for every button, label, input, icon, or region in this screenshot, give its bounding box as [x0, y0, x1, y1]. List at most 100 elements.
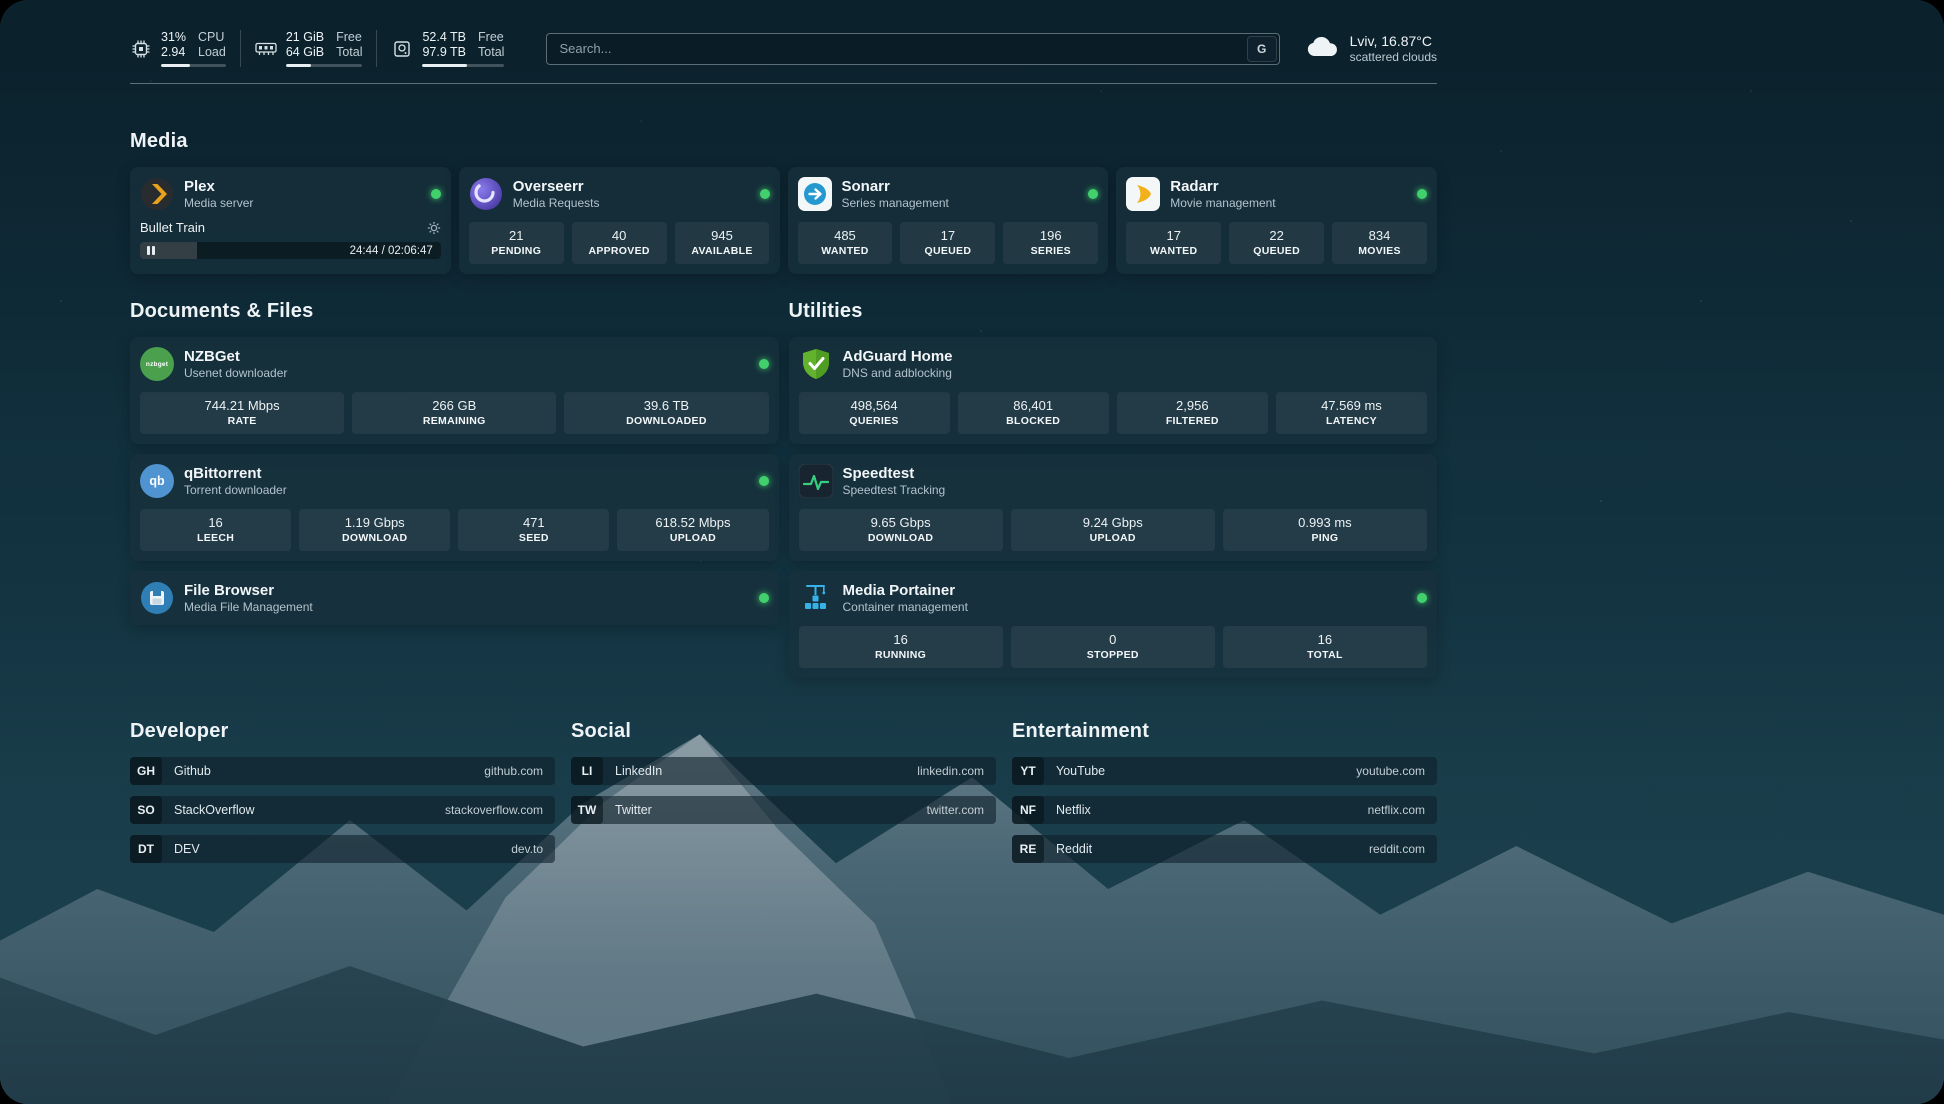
cpu-load-label: Load [198, 45, 226, 60]
stat-download: 9.65 Gbps DOWNLOAD [799, 509, 1003, 551]
cpu-load-value: 2.94 [161, 45, 186, 60]
search-input[interactable] [546, 33, 1279, 65]
disk-free-value: 52.4 TB [422, 30, 466, 45]
ram-widget: 21 GiB 64 GiB Free Total [240, 30, 377, 67]
settings-gear-icon[interactable] [427, 221, 441, 235]
nzbget-icon: nzbget [140, 347, 174, 381]
filebrowser-icon [140, 581, 174, 615]
portainer-stats: 16 RUNNING 0 STOPPED 16 TOTAL [799, 626, 1428, 668]
pause-icon[interactable] [147, 246, 155, 255]
status-dot-online [759, 593, 769, 603]
app-subtitle: Series management [842, 196, 949, 211]
overseerr-stats: 21 PENDING 40 APPROVED 945 AVAILABLE [469, 222, 770, 264]
twitter-abbr-icon: TW [571, 796, 603, 824]
documents-section-title: Documents & Files [130, 300, 779, 323]
developer-section-title: Developer [130, 720, 555, 743]
bookmark-linkedin[interactable]: LI LinkedIn linkedin.com [571, 757, 996, 785]
status-dot-online [1417, 593, 1427, 603]
netflix-abbr-icon: NF [1012, 796, 1044, 824]
stat-running: 16 RUNNING [799, 626, 1003, 668]
plex-card[interactable]: Plex Media server Bullet Train [130, 167, 451, 274]
sonarr-stats: 485 WANTED 17 QUEUED 196 SERIES [798, 222, 1099, 264]
bookmark-github[interactable]: GH Github github.com [130, 757, 555, 785]
utilities-section: Utilities AdGuard Home [789, 300, 1438, 678]
stat-stopped: 0 STOPPED [1011, 626, 1215, 668]
disk-usage-bar [422, 64, 504, 67]
app-name: Sonarr [842, 177, 949, 196]
app-subtitle: Torrent downloader [184, 483, 287, 498]
system-widgets: 31% 2.94 CPU Load [130, 30, 518, 67]
qbittorrent-card[interactable]: qb qBittorrent Torrent downloader 16 LEE… [130, 454, 779, 561]
adguard-card[interactable]: AdGuard Home DNS and adblocking 498,564 … [789, 337, 1438, 444]
bookmark-stackoverflow[interactable]: SO StackOverflow stackoverflow.com [130, 796, 555, 824]
documents-section: Documents & Files nzbget NZBGet Usenet d… [130, 300, 779, 678]
dev-abbr-icon: DT [130, 835, 162, 863]
stat-download: 1.19 Gbps DOWNLOAD [299, 509, 450, 551]
app-subtitle: Media server [184, 196, 253, 211]
bookmark-reddit[interactable]: RE Reddit reddit.com [1012, 835, 1437, 863]
weather-location: Lviv, 16.87°C [1350, 33, 1437, 50]
radarr-stats: 17 WANTED 22 QUEUED 834 MOVIES [1126, 222, 1427, 264]
search-engine-button[interactable]: G [1247, 36, 1277, 62]
stat-blocked: 86,401 BLOCKED [958, 392, 1109, 434]
weather-condition: scattered clouds [1350, 50, 1437, 65]
stat-upload: 618.52 Mbps UPLOAD [617, 509, 768, 551]
cpu-usage-fill [161, 64, 190, 67]
stat-upload: 9.24 Gbps UPLOAD [1011, 509, 1215, 551]
stat-remaining: 266 GB REMAINING [352, 392, 556, 434]
now-playing-title: Bullet Train [140, 220, 205, 235]
youtube-abbr-icon: YT [1012, 757, 1044, 785]
stat-latency: 47.569 ms LATENCY [1276, 392, 1427, 434]
reddit-abbr-icon: RE [1012, 835, 1044, 863]
portainer-card[interactable]: Media Portainer Container management 16 … [789, 571, 1438, 678]
sonarr-icon [798, 177, 832, 211]
adguard-stats: 498,564 QUERIES 86,401 BLOCKED 2,956 FIL… [799, 392, 1428, 434]
filebrowser-card[interactable]: File Browser Media File Management [130, 571, 779, 625]
app-subtitle: Container management [843, 600, 968, 615]
cpu-percent: 31% [161, 30, 186, 45]
speedtest-icon [799, 464, 833, 498]
topbar-divider [130, 83, 1437, 84]
top-bar: 31% 2.94 CPU Load [130, 30, 1437, 67]
qbittorrent-icon: qb [140, 464, 174, 498]
sonarr-card[interactable]: Sonarr Series management 485 WANTED 17 Q… [788, 167, 1109, 274]
stat-queued: 17 QUEUED [900, 222, 995, 264]
app-name: Speedtest [843, 464, 946, 483]
stat-downloaded: 39.6 TB DOWNLOADED [564, 392, 768, 434]
bookmark-twitter[interactable]: TW Twitter twitter.com [571, 796, 996, 824]
stackoverflow-abbr-icon: SO [130, 796, 162, 824]
playback-progress-bar[interactable]: 24:44 / 02:06:47 [140, 242, 441, 259]
bookmark-youtube[interactable]: YT YouTube youtube.com [1012, 757, 1437, 785]
stat-filtered: 2,956 FILTERED [1117, 392, 1268, 434]
cpu-usage-bar [161, 64, 226, 67]
bookmark-dev[interactable]: DT DEV dev.to [130, 835, 555, 863]
ram-usage-bar [286, 64, 363, 67]
cloud-icon [1306, 35, 1340, 63]
github-abbr-icon: GH [130, 757, 162, 785]
radarr-card[interactable]: Radarr Movie management 17 WANTED 22 QUE… [1116, 167, 1437, 274]
speedtest-card[interactable]: Speedtest Speedtest Tracking 9.65 Gbps D… [789, 454, 1438, 561]
disk-icon [391, 39, 413, 59]
app-subtitle: Usenet downloader [184, 366, 287, 381]
social-section: Social LI LinkedIn linkedin.com TW Twitt… [571, 720, 996, 874]
stat-leech: 16 LEECH [140, 509, 291, 551]
media-section: Media Plex Media server [130, 130, 1437, 274]
app-subtitle: Movie management [1170, 196, 1275, 211]
radarr-icon [1126, 177, 1160, 211]
stat-wanted: 17 WANTED [1126, 222, 1221, 264]
stat-queued: 22 QUEUED [1229, 222, 1324, 264]
nzbget-card[interactable]: nzbget NZBGet Usenet downloader 744.21 M… [130, 337, 779, 444]
cpu-icon [130, 39, 152, 59]
app-subtitle: Speedtest Tracking [843, 483, 946, 498]
ram-usage-fill [286, 64, 311, 67]
overseerr-card[interactable]: Overseerr Media Requests 21 PENDING 40 A… [459, 167, 780, 274]
app-name: Media Portainer [843, 581, 968, 600]
app-subtitle: Media Requests [513, 196, 600, 211]
weather-widget: Lviv, 16.87°C scattered clouds [1306, 33, 1437, 65]
qbittorrent-stats: 16 LEECH 1.19 Gbps DOWNLOAD 471 SEED 6 [140, 509, 769, 551]
status-dot-online [1088, 189, 1098, 199]
portainer-icon [799, 581, 833, 615]
bookmark-netflix[interactable]: NF Netflix netflix.com [1012, 796, 1437, 824]
media-grid: Plex Media server Bullet Train [130, 167, 1437, 274]
adguard-icon [799, 347, 833, 381]
